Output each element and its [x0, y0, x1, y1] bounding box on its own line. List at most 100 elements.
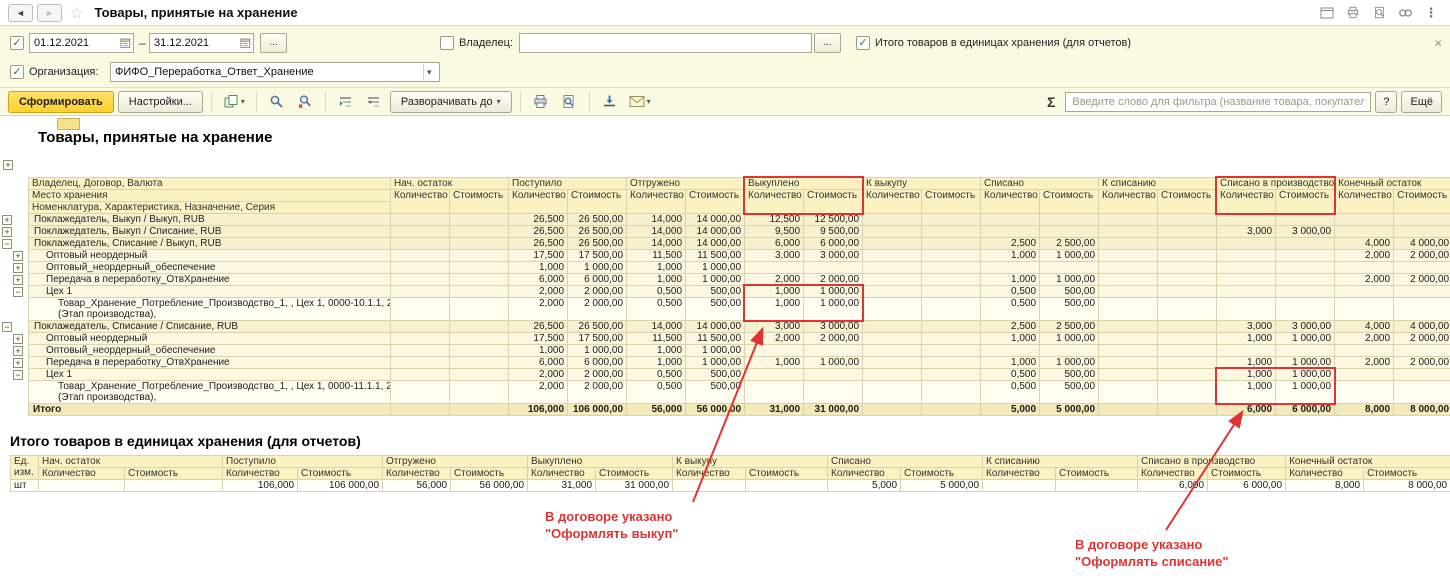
table-cell[interactable]: 6 000,00: [1276, 404, 1335, 416]
table-cell[interactable]: 2 000,00: [804, 333, 863, 345]
column-group-header[interactable]: Списано в производство: [1217, 178, 1335, 190]
report-variants-button[interactable]: ▾: [220, 91, 248, 113]
table-cell[interactable]: 4,000: [1335, 238, 1394, 250]
table-cell[interactable]: 14 000,00: [686, 214, 745, 226]
table-row[interactable]: Поклажедатель, Выкуп / Списание, RUB26,5…: [29, 226, 1450, 238]
table-cell[interactable]: 0,500: [981, 369, 1040, 381]
row-label-cell[interactable]: Оптовый неордерный: [29, 250, 391, 262]
table-cell[interactable]: 1 000,00: [686, 274, 745, 286]
table-cell[interactable]: [391, 238, 450, 250]
table-cell[interactable]: 1 000,00: [1276, 369, 1335, 381]
table-cell[interactable]: 6,000: [745, 238, 804, 250]
column-subheader[interactable]: Количество: [383, 468, 451, 480]
table-cell[interactable]: [863, 226, 922, 238]
link-icon[interactable]: [1394, 4, 1416, 22]
expand-to-button[interactable]: Разворачивать до ▾: [390, 91, 512, 113]
table-cell[interactable]: [391, 357, 450, 369]
organization-checkbox[interactable]: ✓: [10, 65, 24, 79]
table-cell[interactable]: [863, 381, 922, 404]
table-cell[interactable]: [745, 369, 804, 381]
table-cell[interactable]: 56,000: [627, 404, 686, 416]
table-cell[interactable]: 3,000: [1217, 321, 1276, 333]
table-cell[interactable]: [1099, 250, 1158, 262]
table-cell[interactable]: 11,500: [627, 333, 686, 345]
row-label-cell[interactable]: Поклажедатель, Списание / Выкуп, RUB: [29, 238, 391, 250]
table-cell[interactable]: 1,000: [1217, 357, 1276, 369]
column-group-header[interactable]: Выкуплено: [745, 178, 863, 190]
table-cell[interactable]: [1217, 238, 1276, 250]
table-cell[interactable]: [1158, 333, 1217, 345]
column-subheader[interactable]: Стоимость: [804, 190, 863, 214]
column-subheader[interactable]: Количество: [745, 190, 804, 214]
table-cell[interactable]: [450, 298, 509, 321]
table-cell[interactable]: 2 500,00: [1040, 238, 1099, 250]
table-cell[interactable]: [1099, 262, 1158, 274]
table-cell[interactable]: [981, 262, 1040, 274]
table-row[interactable]: Поклажедатель, Списание / Выкуп, RUB26,5…: [29, 238, 1450, 250]
table-cell[interactable]: [1099, 381, 1158, 404]
table-cell[interactable]: [450, 357, 509, 369]
table-cell[interactable]: 2,000: [509, 381, 568, 404]
table-row[interactable]: Оптовый_неордерный_обеспечение1,0001 000…: [29, 345, 1450, 357]
table-cell[interactable]: 31 000,00: [804, 404, 863, 416]
table-cell[interactable]: 500,00: [1040, 369, 1099, 381]
table-cell[interactable]: [1099, 369, 1158, 381]
table-cell[interactable]: [863, 404, 922, 416]
row-label-cell[interactable]: Поклажедатель, Выкуп / Выкуп, RUB: [29, 214, 391, 226]
find-button[interactable]: [265, 91, 289, 113]
table-cell[interactable]: 2 000,00: [1394, 333, 1450, 345]
print-preview-button[interactable]: [557, 91, 581, 113]
table-cell[interactable]: [1099, 321, 1158, 333]
settings-button[interactable]: Настройки...: [118, 91, 203, 113]
table-cell[interactable]: 4 000,00: [1394, 321, 1450, 333]
table-cell[interactable]: [1335, 262, 1394, 274]
column-group-header[interactable]: Списано: [828, 456, 983, 468]
more-button[interactable]: Ещё: [1401, 91, 1442, 113]
table-cell[interactable]: [1335, 286, 1394, 298]
table-cell[interactable]: 14 000,00: [686, 226, 745, 238]
table-cell[interactable]: 1 000,00: [1276, 381, 1335, 404]
table-cell[interactable]: [1099, 226, 1158, 238]
preview-title-icon[interactable]: [1368, 4, 1390, 22]
table-cell[interactable]: 2,000: [1335, 357, 1394, 369]
quick-filter-input[interactable]: [1065, 92, 1371, 112]
table-cell[interactable]: 1,000: [981, 250, 1040, 262]
table-cell[interactable]: [125, 480, 223, 492]
table-cell[interactable]: [745, 345, 804, 357]
table-cell[interactable]: 2,000: [1335, 333, 1394, 345]
expand-plus-marker[interactable]: +: [13, 334, 23, 344]
table-cell[interactable]: 5 000,00: [1040, 404, 1099, 416]
row-label-cell[interactable]: Оптовый_неордерный_обеспечение: [29, 262, 391, 274]
table-cell[interactable]: 106 000,00: [298, 480, 383, 492]
units-row[interactable]: шт106,000106 000,0056,00056 000,0031,000…: [11, 480, 1450, 492]
column-subheader[interactable]: Количество: [673, 468, 746, 480]
table-cell[interactable]: [981, 226, 1040, 238]
table-cell[interactable]: [450, 333, 509, 345]
table-cell[interactable]: [863, 262, 922, 274]
table-cell[interactable]: [804, 345, 863, 357]
table-cell[interactable]: 0,500: [627, 381, 686, 404]
table-cell[interactable]: 14 000,00: [686, 321, 745, 333]
table-cell[interactable]: 14,000: [627, 226, 686, 238]
table-cell[interactable]: 14,000: [627, 238, 686, 250]
table-cell[interactable]: [1158, 226, 1217, 238]
table-cell[interactable]: 1,000: [1217, 333, 1276, 345]
table-cell[interactable]: 26 500,00: [568, 238, 627, 250]
table-cell[interactable]: 6,000: [509, 274, 568, 286]
table-cell[interactable]: [1394, 226, 1450, 238]
table-cell[interactable]: [745, 381, 804, 404]
table-cell[interactable]: [1276, 262, 1335, 274]
table-cell[interactable]: 5 000,00: [901, 480, 983, 492]
table-cell[interactable]: 3 000,00: [1276, 321, 1335, 333]
table-cell[interactable]: [1217, 250, 1276, 262]
row-label-cell[interactable]: Итого: [29, 404, 391, 416]
column-subheader[interactable]: Количество: [1217, 190, 1276, 214]
table-cell[interactable]: [1040, 345, 1099, 357]
organization-input[interactable]: [115, 66, 423, 78]
table-cell[interactable]: [922, 369, 981, 381]
table-cell[interactable]: [922, 381, 981, 404]
table-cell[interactable]: 6,000: [1217, 404, 1276, 416]
column-group-header[interactable]: Поступило: [509, 178, 627, 190]
table-cell[interactable]: 0,500: [981, 298, 1040, 321]
column-subheader[interactable]: Стоимость: [568, 190, 627, 214]
